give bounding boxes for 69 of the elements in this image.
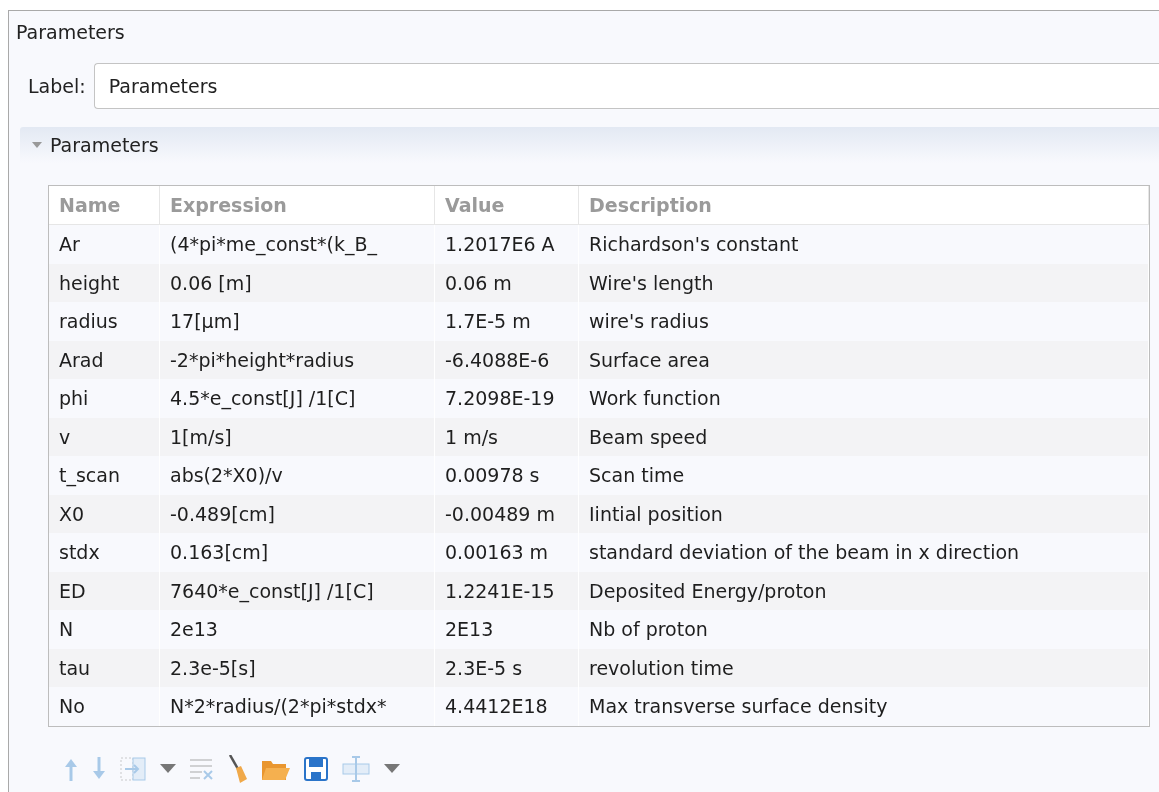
table-cell: revolution time <box>579 648 1149 687</box>
table-cell: Work function <box>579 379 1149 418</box>
table-cell: 1 m/s <box>435 417 579 456</box>
table-cell: abs(2*X0)/v <box>160 456 435 495</box>
table-cell: No <box>49 687 160 726</box>
table-cell: 0.00978 s <box>435 456 579 495</box>
table-cell: Richardson's constant <box>579 225 1149 264</box>
table-cell: -0.489[cm] <box>160 494 435 533</box>
table-cell: Scan time <box>579 456 1149 495</box>
table-cell: tau <box>49 648 160 687</box>
table-cell: 4.5*e_const[J] /1[C] <box>160 379 435 418</box>
dropdown-caret-icon <box>160 764 176 773</box>
toolbar-button[interactable] <box>384 764 400 773</box>
broom-icon <box>228 754 248 783</box>
toolbar-button[interactable] <box>228 754 248 783</box>
table-cell: wire's radius <box>579 302 1149 341</box>
table-cell: N <box>49 610 160 649</box>
table-cell: radius <box>49 302 160 341</box>
panel-title: Parameters <box>16 20 126 45</box>
dropdown-caret-icon <box>384 764 400 773</box>
table-cell: N*2*radius/(2*pi*stdx* <box>160 687 435 726</box>
table-cell: 1.7E-5 m <box>435 302 579 341</box>
table-cell: 1.2017E6 A <box>435 225 579 264</box>
table-cell: 1[m/s] <box>160 417 435 456</box>
table-cell: X0 <box>49 494 160 533</box>
table-cell: Nb of proton <box>579 610 1149 649</box>
collapse-caret-icon <box>32 142 42 148</box>
table-cell: Iintial position <box>579 494 1149 533</box>
table-cell: -2*pi*height*radius <box>160 340 435 379</box>
table-cell: 17[µm] <box>160 302 435 341</box>
label-input-field[interactable]: Parameters <box>93 63 1159 109</box>
table-cell: Beam speed <box>579 417 1149 456</box>
table-cell: 1.2241E-15 <box>435 571 579 610</box>
table-cell: Deposited Energy/proton <box>579 571 1149 610</box>
table-cell: 7640*e_const[J] /1[C] <box>160 571 435 610</box>
label-caption: Label: <box>28 75 86 97</box>
section-title: Parameters <box>50 134 159 156</box>
table-cell: ED <box>49 571 160 610</box>
table-cell: height <box>49 263 160 302</box>
toolbar-button[interactable] <box>304 756 328 781</box>
arrow-down-icon <box>92 756 106 781</box>
table-cell: 4.4412E18 <box>435 687 579 726</box>
import-icon <box>120 756 146 781</box>
table-cell: phi <box>49 379 160 418</box>
table-cell: 0.06 m <box>435 263 579 302</box>
table-cell: 2.3E-5 s <box>435 648 579 687</box>
table-cell: Wire's length <box>579 263 1149 302</box>
table-cell: 0.06 [m] <box>160 263 435 302</box>
table-cell: -0.00489 m <box>435 494 579 533</box>
table-cell: 7.2098E-19 <box>435 379 579 418</box>
table-cell: 2e13 <box>160 610 435 649</box>
save-icon <box>304 756 328 781</box>
table-cell: Arad <box>49 340 160 379</box>
text-field-icon <box>342 755 370 782</box>
table-cell: 0.163[cm] <box>160 533 435 572</box>
table-cell: 2E13 <box>435 610 579 649</box>
table-cell: t_scan <box>49 456 160 495</box>
toolbar-button[interactable] <box>160 764 176 773</box>
table-cell: Ar <box>49 225 160 264</box>
table-cell: v <box>49 417 160 456</box>
table-cell: 2.3e-5[s] <box>160 648 435 687</box>
table-cell: (4*pi*me_const*(k_B_ <box>160 225 435 264</box>
table-cell: Max transverse surface density <box>579 687 1149 726</box>
table-cell: -6.4088E-6 <box>435 340 579 379</box>
table-cell: stdx <box>49 533 160 572</box>
table-cell: standard deviation of the beam in x direction <box>579 533 1149 572</box>
clear-list-icon <box>190 757 214 780</box>
table-cell: 0.00163 m <box>435 533 579 572</box>
table-cell: Surface area <box>579 340 1149 379</box>
